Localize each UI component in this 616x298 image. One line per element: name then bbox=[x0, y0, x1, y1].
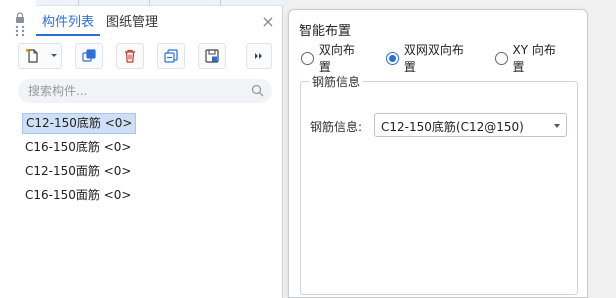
radio-two-way[interactable]: 双向布置 bbox=[301, 43, 366, 74]
rebar-info-group: 钢筋信息 钢筋信息: C12-150底筋(C12@150) bbox=[300, 73, 578, 295]
close-icon[interactable]: × bbox=[260, 14, 276, 30]
component-list-panel: 构件列表 图纸管理 × 搜索构件... C12-150底筋 <0> C16-15… bbox=[0, 0, 283, 298]
list-item[interactable]: C12-150面筋 <0> bbox=[22, 161, 134, 182]
rebar-info-label: 钢筋信息: bbox=[310, 120, 363, 134]
delete-icon bbox=[125, 49, 135, 63]
delete-component-button[interactable] bbox=[116, 43, 144, 69]
lock-icon bbox=[15, 12, 25, 37]
search-icon[interactable] bbox=[251, 84, 264, 97]
radio-circle bbox=[301, 51, 314, 65]
save-component-button[interactable] bbox=[198, 43, 226, 69]
save-icon bbox=[205, 49, 219, 63]
top-strip bbox=[36, 0, 283, 6]
more-tools-button[interactable] bbox=[246, 43, 272, 69]
radio-label: 双向布置 bbox=[318, 43, 355, 74]
component-count: <0> bbox=[103, 164, 132, 178]
radio-circle-checked bbox=[386, 51, 399, 65]
radio-circle bbox=[494, 51, 508, 65]
radio-double-net-two-way[interactable]: 双网双向布置 bbox=[386, 43, 475, 74]
component-name: C12-150底筋 bbox=[26, 116, 101, 130]
component-count: <0> bbox=[103, 188, 132, 202]
copy-to-floor-icon bbox=[164, 49, 178, 63]
component-name: C16-150底筋 bbox=[25, 140, 100, 154]
search-box bbox=[18, 79, 272, 103]
copy-to-floor-button[interactable] bbox=[157, 43, 185, 69]
radio-label: XY 向布置 bbox=[512, 43, 556, 74]
list-item[interactable]: C12-150底筋 <0> bbox=[22, 113, 137, 134]
component-list: C12-150底筋 <0> C16-150底筋 <0> C12-150面筋 <0… bbox=[22, 113, 137, 209]
new-component-icon bbox=[25, 48, 38, 63]
smart-layout-dialog: 智能布置 双向布置 双网双向布置 XY 向布置 钢筋信息 钢筋信息: C12-1… bbox=[288, 9, 588, 298]
radio-label: 双网双向布置 bbox=[403, 43, 464, 74]
component-name: C12-150面筋 bbox=[25, 164, 100, 178]
search-input[interactable] bbox=[28, 82, 238, 100]
chevron-down-icon bbox=[554, 124, 560, 128]
list-item[interactable]: C16-150面筋 <0> bbox=[22, 185, 134, 206]
pin-drag-handle[interactable] bbox=[10, 12, 30, 38]
radio-xy[interactable]: XY 向布置 bbox=[494, 43, 567, 74]
component-count: <0> bbox=[104, 116, 133, 130]
dialog-title: 智能布置 bbox=[299, 24, 352, 39]
tab-drawing-management[interactable]: 图纸管理 bbox=[100, 10, 164, 36]
new-component-button[interactable] bbox=[18, 43, 46, 69]
component-name: C16-150面筋 bbox=[25, 188, 100, 202]
panel-tabs: 构件列表 图纸管理 bbox=[36, 10, 164, 36]
copy-icon bbox=[82, 49, 96, 62]
group-title: 钢筋信息 bbox=[309, 73, 364, 90]
select-value: C12-150底筋(C12@150) bbox=[381, 120, 524, 134]
component-count: <0> bbox=[103, 140, 132, 154]
layout-mode-group: 双向布置 双网双向布置 XY 向布置 bbox=[301, 43, 587, 74]
copy-component-button[interactable] bbox=[75, 43, 103, 69]
more-icon bbox=[255, 53, 262, 59]
rebar-info-select[interactable]: C12-150底筋(C12@150) bbox=[374, 113, 567, 137]
new-component-dropdown[interactable] bbox=[46, 43, 62, 69]
dropdown-arrow-icon bbox=[50, 54, 57, 57]
tab-component-list[interactable]: 构件列表 bbox=[36, 10, 101, 36]
list-item[interactable]: C16-150底筋 <0> bbox=[22, 137, 134, 158]
